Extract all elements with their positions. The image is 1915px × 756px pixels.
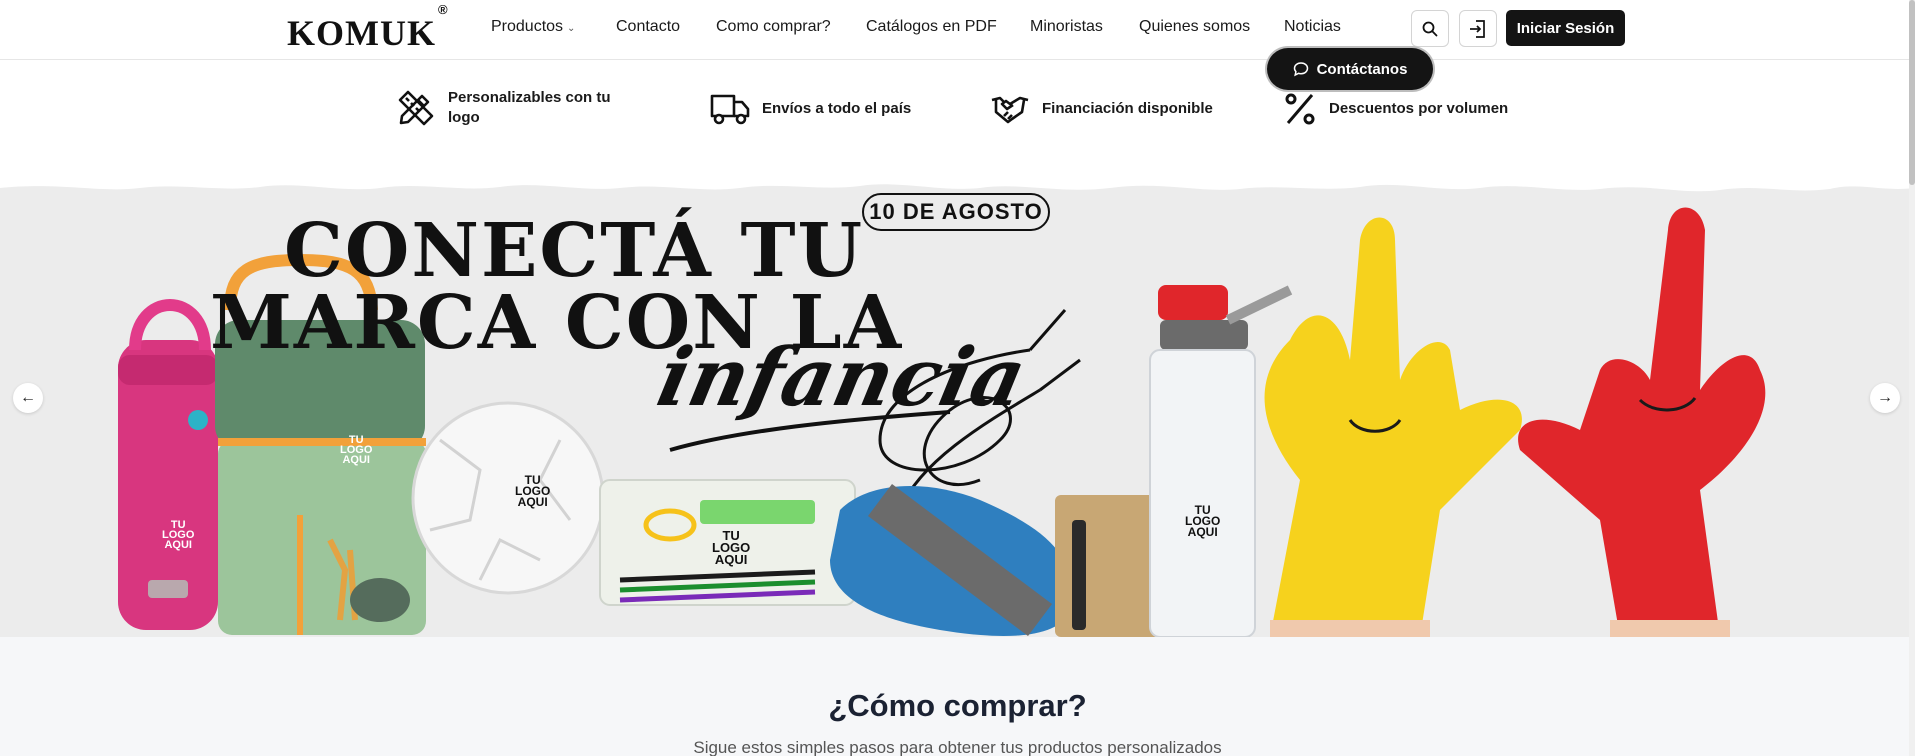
page-scrollbar[interactable]	[1909, 0, 1915, 756]
nav-como-comprar[interactable]: Como comprar?	[716, 18, 831, 36]
benefit-shipping: Envíos a todo el país	[710, 92, 911, 126]
chevron-down-icon: ⌄	[567, 23, 576, 34]
how-to-buy-subtitle: Sigue estos simples pasos para obtener t…	[693, 738, 1222, 756]
logo-stamp-text: AQUI	[1187, 525, 1218, 539]
scrollbar-thumb[interactable]	[1909, 0, 1915, 185]
benefit-label: Personalizables con tu logo	[448, 88, 611, 128]
nav-productos[interactable]: Productos ⌄	[491, 18, 575, 36]
soccer-ball-graphic	[411, 401, 605, 595]
arrow-right-icon: →	[1877, 389, 1893, 406]
logo-stamp-text: AQUI	[164, 539, 192, 551]
benefit-label-line: Personalizables con tu	[448, 89, 611, 106]
benefit-label: Envíos a todo el país	[762, 100, 912, 117]
script-underline	[669, 410, 951, 452]
login-button[interactable]: Iniciar Sesión	[1506, 10, 1625, 46]
nav-contacto[interactable]: Contacto	[616, 18, 680, 36]
carousel-prev-button[interactable]: ←	[13, 383, 43, 413]
painted-hands-graphic	[1264, 207, 1766, 637]
nav-label: Productos	[491, 18, 564, 35]
nav-quienes-somos[interactable]: Quienes somos	[1139, 18, 1250, 36]
benefit-label: Descuentos por volumen	[1329, 100, 1509, 117]
bottle-graphic	[118, 299, 218, 630]
contact-us-button[interactable]: Contáctanos	[1267, 48, 1433, 90]
headline-line: CONECTÁ TU	[284, 208, 865, 294]
nav-minoristas[interactable]: Minoristas	[1030, 18, 1103, 36]
logo-stamp: TU LOGO AQUI	[515, 474, 550, 509]
logo-stamp: TU LOGO AQUI	[340, 435, 372, 466]
search-icon	[1422, 21, 1438, 36]
page: KOMUK® Productos ⌄ Contacto Como comprar?…	[0, 0, 1915, 756]
arrow-left-icon: ←	[20, 389, 36, 406]
nav-catalogos-pdf[interactable]: Catálogos en PDF	[866, 18, 997, 36]
logo-stamp-text: AQUI	[342, 454, 370, 466]
carousel-next-button[interactable]: →	[1870, 383, 1900, 413]
logo-stamp-text: AQUI	[517, 495, 548, 509]
truck-icon	[710, 94, 750, 125]
percent-icon	[1285, 93, 1315, 125]
logo-stamp-text: AQUI	[714, 552, 748, 567]
benefit-financing: Financiación disponible	[990, 92, 1213, 126]
brand-name: KOMUK	[287, 13, 436, 53]
pencil-ruler-icon	[398, 90, 434, 126]
handshake-icon	[991, 96, 1029, 124]
towel-graphic	[830, 484, 1072, 636]
site-header: KOMUK® Productos ⌄ Contacto Como comprar?…	[0, 0, 1915, 60]
search-button[interactable]	[1411, 10, 1449, 47]
brand-logo[interactable]: KOMUK®	[287, 2, 448, 54]
nav-noticias[interactable]: Noticias	[1284, 18, 1341, 36]
login-icon-button[interactable]	[1459, 10, 1497, 47]
how-to-buy-title: ¿Cómo comprar?	[828, 688, 1087, 723]
login-icon	[1470, 19, 1485, 38]
chat-bubble-icon	[1293, 62, 1308, 77]
logo-stamp: TU LOGO AQUI	[1185, 504, 1220, 539]
benefit-label-line: logo	[448, 109, 480, 126]
logo-stamp: TU LOGO AQUI	[712, 529, 750, 567]
contact-us-label: Contáctanos	[1316, 60, 1408, 78]
logo-stamp: TU LOGO AQUI	[162, 520, 194, 551]
benefit-volume-discount: Descuentos por volumen	[1283, 92, 1508, 126]
water-bottle-graphic	[1149, 285, 1293, 637]
benefit-label: Financiación disponible	[1042, 100, 1213, 117]
benefit-customizable: Personalizables con tu logo	[396, 88, 611, 128]
registered-mark: ®	[437, 2, 449, 17]
